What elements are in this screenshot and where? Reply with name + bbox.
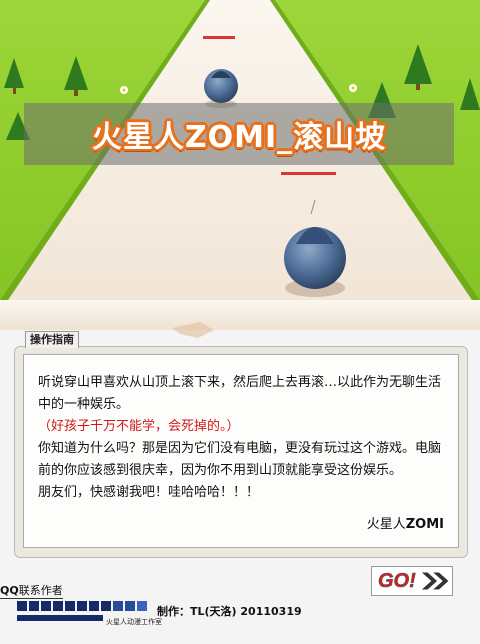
- signature-prefix: 火星人: [366, 517, 406, 532]
- author-signature: 火星人ZOMI: [367, 513, 444, 532]
- credit-text: 制作：TL(天洛) 20110319: [157, 605, 302, 618]
- game-title-banner: 火星人ZOMI_滚山坡: [24, 103, 454, 165]
- contact-label: 联系作者: [18, 584, 63, 597]
- go-label: GO!: [378, 569, 416, 592]
- flower-icon: [120, 86, 128, 94]
- instructions-paragraph: 你知道为什么吗？那是因为它们没有电脑，更没有玩过这个游戏。电脑前的你应该感到很庆…: [38, 441, 442, 478]
- go-button[interactable]: GO!: [371, 566, 453, 596]
- instructions-text: 听说穿山甲喜欢从山顶上滚下来，然后爬上去再滚…以此作为无聊生活中的一种娱乐。 （…: [38, 372, 448, 504]
- contact-prefix: QQ: [0, 584, 19, 597]
- contact-author-link[interactable]: QQ联系作者: [0, 582, 63, 599]
- instructions-warning: （好孩子千万不能学，会死掉的。）: [38, 419, 240, 434]
- game-title: 火星人ZOMI_滚山坡: [91, 120, 387, 155]
- instructions-paragraph: 听说穿山甲喜欢从山顶上滚下来，然后爬上去再滚…以此作为无聊生活中的一种娱乐。: [38, 375, 442, 412]
- guide-tab: 操作指南: [25, 331, 79, 348]
- flower-icon: [349, 84, 357, 92]
- double-chevron-icon: [421, 572, 449, 590]
- instructions-paragraph: 朋友们，快感谢我吧！哇哈哈哈！！！: [38, 485, 260, 500]
- signature-name: ZOMI: [405, 517, 444, 532]
- studio-name: 火星人动漫工作室: [106, 618, 162, 626]
